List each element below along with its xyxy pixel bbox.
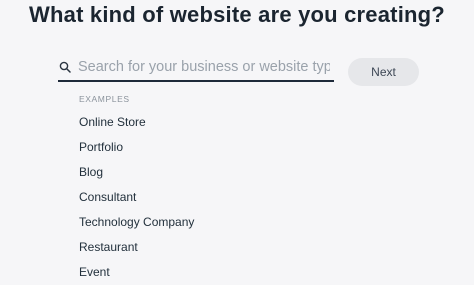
- search-input[interactable]: [78, 54, 330, 80]
- list-item-consultant[interactable]: Consultant: [79, 185, 194, 210]
- list-item-event[interactable]: Event: [79, 260, 194, 285]
- search-field[interactable]: [58, 54, 334, 82]
- page-title: What kind of website are you creating?: [29, 2, 445, 27]
- next-button[interactable]: Next: [348, 58, 419, 86]
- list-item-online-store[interactable]: Online Store: [79, 110, 194, 135]
- list-item-restaurant[interactable]: Restaurant: [79, 235, 194, 260]
- examples-list: Online Store Portfolio Blog Consultant T…: [79, 110, 194, 285]
- examples-heading: EXAMPLES: [79, 94, 130, 104]
- search-icon: [59, 61, 71, 73]
- list-item-portfolio[interactable]: Portfolio: [79, 135, 194, 160]
- list-item-blog[interactable]: Blog: [79, 160, 194, 185]
- list-item-technology-company[interactable]: Technology Company: [79, 210, 194, 235]
